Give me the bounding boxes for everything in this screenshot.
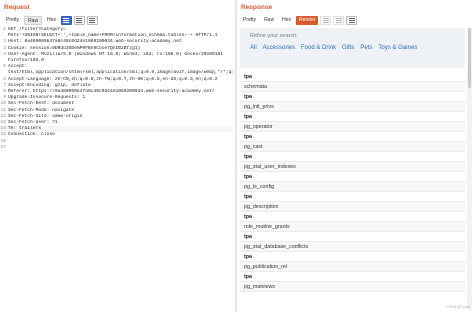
render-view: Refine your search: All Accessories Food… [240,28,465,310]
table-header-cell: tpa [240,212,465,222]
response-wrap-icon[interactable] [320,15,332,25]
result-table: tpa schemata tpa pg_init_privs tpa pg_operato… [240,72,465,292]
request-line-text: Connection: close [8,132,55,138]
request-line[interactable]: 17 [0,145,233,151]
table-header-cell: tpa [240,92,465,102]
category-links: All Accessories Food & Drink Gifts Pets … [250,45,455,51]
line-number: 17 [0,144,6,150]
table-header-cell: tpa [240,232,465,242]
table-row: pg_matviews [240,282,465,292]
table-header-cell: tpa [240,192,465,202]
table-row: pg_description [240,202,465,212]
table-row: pg_stat_database_conflicts [240,242,465,252]
response-tab-render[interactable]: Render [295,15,319,25]
request-tab-raw[interactable]: Raw [24,15,43,25]
request-tabbar: Pretty Raw Hex [3,15,98,25]
category-link-food-drink[interactable]: Food & Drink [301,45,336,51]
category-link-accessories[interactable]: Accessories [263,45,295,51]
table-row: pg_cast [240,142,465,152]
response-title: Response [241,4,273,11]
refine-label: Refine your search: [250,33,298,39]
request-tab-pretty[interactable]: Pretty [3,16,22,25]
request-pane: Request Pretty Raw Hex 1 GET /filter?cate… [0,0,235,312]
response-newline-icon[interactable] [333,15,345,25]
menu-icon[interactable] [86,15,98,25]
response-tab-pretty[interactable]: Pretty [240,16,259,25]
table-header-cell: tpa [240,152,465,162]
scrollbar-thumb[interactable] [468,28,471,88]
table-header-cell: tpa [240,112,465,122]
table-header-cell: tpa [240,172,465,182]
response-tabbar: Pretty Raw Hex Render [240,15,358,25]
table-row: role_routine_grants [240,222,465,232]
refine-search-box: Refine your search: All Accessories Food… [240,28,465,68]
pane-divider[interactable] [235,0,237,312]
table-row: pg_stat_user_indexes [240,162,465,172]
table-row: pg_init_privs [240,102,465,112]
table-header-cell: tpa [240,252,465,262]
newline-icon[interactable] [73,15,85,25]
category-link-gifts[interactable]: Gifts [342,45,354,51]
table-row: pg_operator [240,122,465,132]
request-title: Request [4,4,30,11]
response-tab-raw[interactable]: Raw [261,16,277,25]
table-header-cell: tpa [240,132,465,142]
request-line-text [7,145,8,151]
category-link-pets[interactable]: Pets [360,45,372,51]
table-row: pg_publication_rel [240,262,465,272]
watermark: CSDN @Cyber [446,305,470,309]
response-tab-hex[interactable]: Hex [279,16,294,25]
category-link-all[interactable]: All [250,45,257,51]
table-header-cell: tpa [240,72,465,82]
request-editor[interactable]: 1 GET /filter?category= Pets'+UNION+SELECT… [0,27,233,312]
wrap-icon[interactable] [60,15,72,25]
response-pane: Response Pretty Raw Hex Render Refine yo… [238,0,474,312]
table-header-cell: tpa [240,272,465,282]
category-link-toys-games[interactable]: Toys & Games [378,45,417,51]
request-tab-hex[interactable]: Hex [44,16,59,25]
table-row: schemata [240,82,465,92]
response-menu-icon[interactable] [346,15,358,25]
table-row: pg_ts_config [240,182,465,192]
response-scrollbar[interactable] [467,28,472,310]
